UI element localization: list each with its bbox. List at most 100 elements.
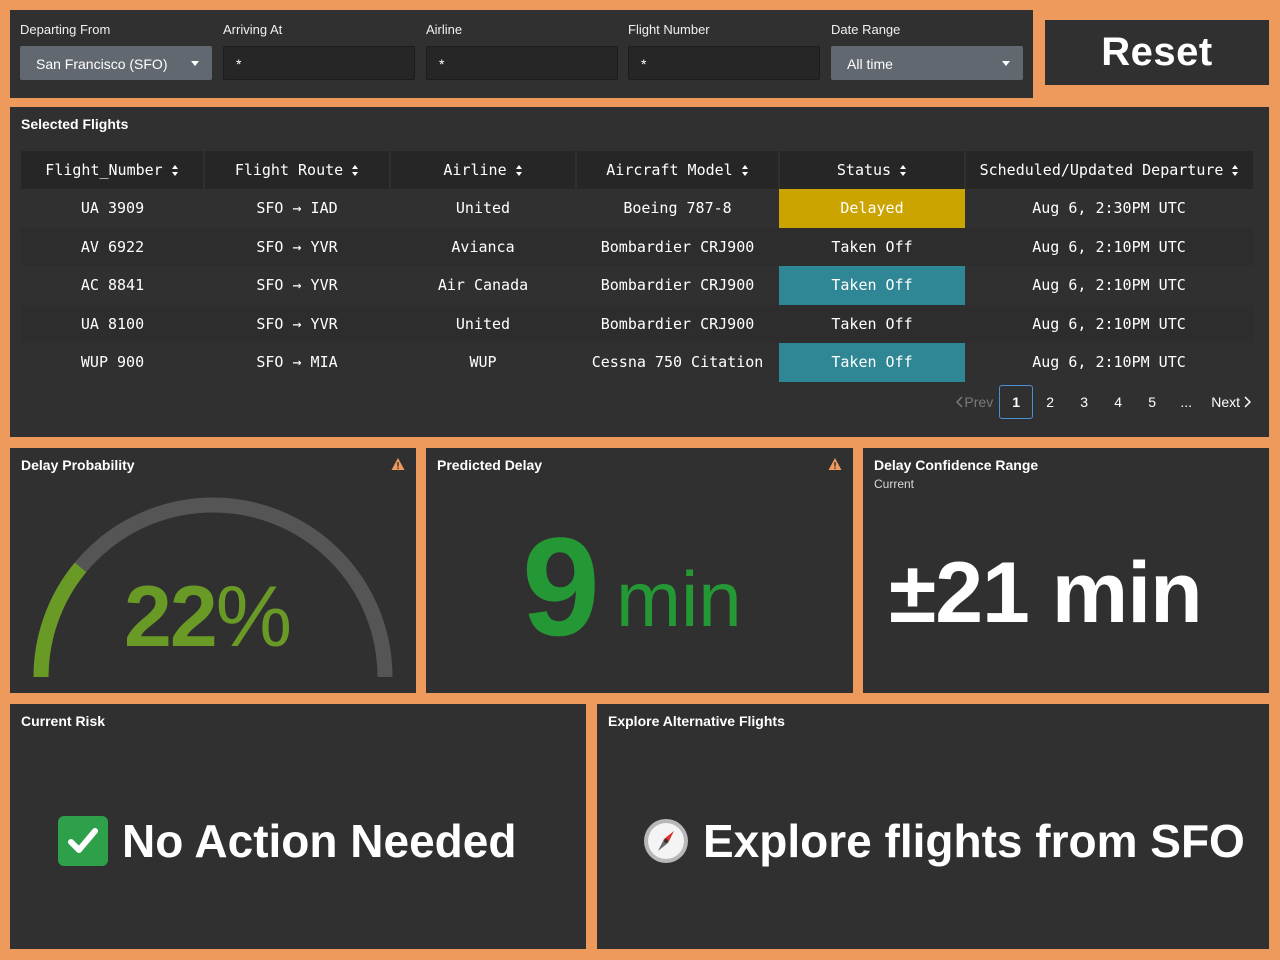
predicted-delay-unit: min (616, 555, 742, 643)
predicted-delay-panel: Predicted Delay 9 min (426, 448, 853, 693)
departing-label: Departing From (20, 22, 111, 37)
airline-cell: WUP (469, 353, 497, 372)
aircraft-cell: Bombardier CRJ900 (600, 276, 755, 295)
flight-number-cell: UA 8100 (21, 304, 204, 343)
warning-icon[interactable] (828, 457, 842, 471)
sort-icon (352, 165, 359, 176)
chevron-left-icon (956, 396, 963, 408)
column-header[interactable]: Airline (390, 151, 577, 189)
route-cell: SFO → MIA (256, 353, 338, 372)
chevron-down-icon (191, 61, 199, 66)
date-range-value: All time (847, 56, 893, 72)
status-cell: Taken Off (779, 227, 965, 266)
chevron-right-icon (1244, 396, 1251, 408)
flight-number-cell: AC 8841 (80, 276, 145, 295)
column-header[interactable]: Status (779, 151, 966, 189)
aircraft-cell: Cessna 750 Citation (591, 353, 764, 372)
aircraft-cell: Boeing 787-8 (623, 199, 732, 218)
panel-subtitle: Current (874, 477, 915, 491)
compass-icon (644, 819, 688, 863)
arriving-input[interactable]: * (223, 46, 415, 80)
route-cell: SFO → IAD (256, 199, 338, 218)
date-range-dropdown[interactable]: All time (831, 46, 1023, 80)
sort-icon (171, 165, 179, 176)
risk-text: No Action Needed (122, 815, 517, 867)
table-header-row: Flight_Number Flight Route Airline Aircr… (21, 151, 1253, 189)
risk-message: No Action Needed (58, 814, 516, 868)
airline-cell: Air Canada (437, 276, 529, 295)
explore-flights-link[interactable]: Explore flights from SFO (643, 814, 1245, 868)
delay-probability-panel: Delay Probability 22% (10, 448, 416, 693)
status-cell: Taken Off (779, 266, 965, 305)
page-button-3[interactable]: 3 (1067, 385, 1101, 419)
flight-number-input[interactable]: * (628, 46, 820, 80)
sort-icon (1232, 165, 1239, 176)
arriving-label: Arriving At (223, 22, 283, 37)
flights-table: Flight_Number Flight Route Airline Aircr… (21, 151, 1253, 382)
route-cell: SFO → YVR (256, 276, 338, 295)
pagination: Prev 1 2 3 4 5 ... Next (956, 385, 1251, 419)
page-button-2[interactable]: 2 (1033, 385, 1067, 419)
airline-input[interactable]: * (426, 46, 618, 80)
route-cell: SFO → YVR (204, 304, 390, 343)
sort-icon (741, 165, 749, 176)
reset-button[interactable]: Reset (1045, 20, 1269, 85)
percent-sign: % (215, 569, 292, 665)
status-cell: Taken Off (779, 304, 965, 343)
airline-cell: Avianca (390, 227, 576, 266)
route-cell: SFO → YVR (204, 227, 390, 266)
current-risk-panel: Current Risk No Action Needed (10, 704, 586, 949)
column-header[interactable]: Flight Route (204, 151, 391, 189)
airline-cell: United (455, 199, 511, 218)
departure-cell: Aug 6, 2:10PM UTC (965, 227, 1253, 266)
explore-alternatives-panel: Explore Alternative Flights Explore flig… (597, 704, 1269, 949)
departing-dropdown[interactable]: San Francisco (SFO) (20, 46, 212, 80)
panel-title: Delay Confidence Range (874, 457, 1039, 473)
page-button-1[interactable]: 1 (999, 385, 1034, 419)
explore-text: Explore flights from SFO (703, 815, 1245, 867)
sort-icon (515, 165, 523, 176)
status-cell: Taken Off (779, 343, 965, 382)
departing-value: San Francisco (SFO) (36, 56, 168, 72)
selected-flights-panel: Selected Flights Flight_Number Flight Ro… (10, 107, 1269, 437)
check-icon (58, 816, 108, 866)
filter-bar: Departing From San Francisco (SFO) Arriv… (10, 10, 1033, 98)
panel-title: Predicted Delay (437, 457, 543, 473)
departure-cell: Aug 6, 2:10PM UTC (1032, 353, 1186, 372)
departure-cell: Aug 6, 2:10PM UTC (1032, 276, 1186, 295)
status-cell: Delayed (779, 189, 965, 228)
table-row[interactable]: UA 3909 SFO → IAD United Boeing 787-8 De… (21, 189, 1253, 228)
departure-cell: Aug 6, 2:10PM UTC (965, 304, 1253, 343)
flight-number-label: Flight Number (628, 22, 710, 37)
panel-title: Current Risk (21, 713, 106, 729)
page-button-5[interactable]: 5 (1135, 385, 1169, 419)
airline-cell: United (390, 304, 576, 343)
column-header[interactable]: Aircraft Model (576, 151, 780, 189)
confidence-value: ±21 min (889, 545, 1203, 641)
panel-title: Selected Flights (21, 116, 129, 132)
next-page-button[interactable]: Next (1211, 385, 1251, 419)
column-header[interactable]: Flight_Number (21, 151, 205, 189)
aircraft-cell: Bombardier CRJ900 (576, 227, 779, 266)
flight-number-cell: WUP 900 (80, 353, 145, 372)
table-row[interactable]: AC 8841 SFO → YVR Air Canada Bombardier … (21, 266, 1253, 305)
table-row[interactable]: AV 6922 SFO → YVR Avianca Bombardier CRJ… (21, 227, 1253, 266)
page-ellipsis: ... (1180, 394, 1193, 410)
airline-label: Airline (426, 22, 463, 37)
table-row[interactable]: UA 8100 SFO → YVR United Bombardier CRJ9… (21, 304, 1253, 343)
chevron-down-icon (1002, 61, 1010, 66)
sort-icon (900, 165, 907, 176)
flight-number-cell: UA 3909 (80, 199, 145, 218)
departure-cell: Aug 6, 2:30PM UTC (1032, 199, 1186, 218)
panel-title: Explore Alternative Flights (608, 713, 785, 729)
aircraft-cell: Bombardier CRJ900 (576, 304, 779, 343)
predicted-delay-value: 9 (522, 508, 600, 665)
prev-page-button[interactable]: Prev (956, 385, 993, 419)
table-row[interactable]: WUP 900 SFO → MIA WUP Cessna 750 Citatio… (21, 343, 1253, 382)
confidence-range-panel: Delay Confidence Range Current ±21 min (863, 448, 1269, 693)
page-button-4[interactable]: 4 (1101, 385, 1135, 419)
flight-number-cell: AV 6922 (21, 227, 204, 266)
gauge-fill (33, 562, 87, 678)
column-header[interactable]: Scheduled/Updated Departure (965, 151, 1253, 189)
date-range-label: Date Range (831, 22, 901, 37)
